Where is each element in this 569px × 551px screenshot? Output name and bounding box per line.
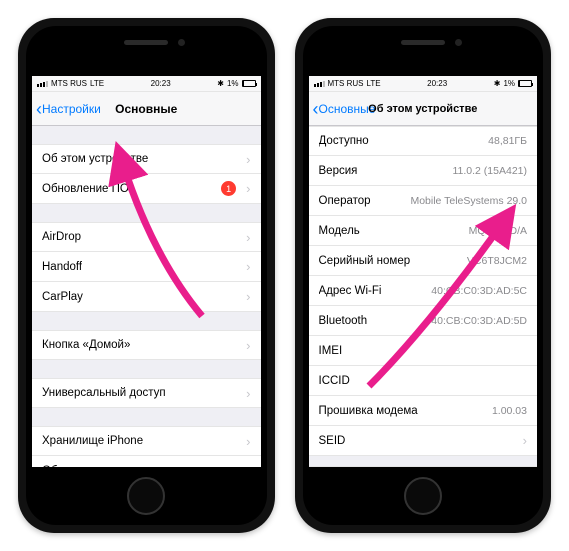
row-airdrop[interactable]: AirDrop › xyxy=(32,222,261,252)
row-label: Версия xyxy=(319,165,358,177)
row-legal[interactable]: Правовые документы › xyxy=(309,466,538,467)
row-label: IMEI xyxy=(319,345,343,357)
row-value: 11.0.2 (15A421) xyxy=(363,165,527,177)
row-wifi: Адрес Wi-Fi 40:CB:C0:3D:AD:5C xyxy=(309,276,538,306)
battery-icon xyxy=(242,80,256,87)
signal-icon xyxy=(314,81,325,87)
row-value: 1.00.03 xyxy=(424,405,527,417)
battery-icon xyxy=(518,80,532,87)
row-modem: Прошивка модема 1.00.03 xyxy=(309,396,538,426)
row-background-refresh[interactable]: Обновление контента › xyxy=(32,456,261,467)
row-label: Модель xyxy=(319,225,360,237)
row-label: Об этом устройстве xyxy=(42,153,148,165)
network-label: LTE xyxy=(90,79,104,88)
chevron-right-icon: › xyxy=(246,152,250,167)
home-button[interactable] xyxy=(404,477,442,515)
row-storage[interactable]: Хранилище iPhone › xyxy=(32,426,261,456)
speaker xyxy=(124,40,168,45)
row-label: Кнопка «Домой» xyxy=(42,339,130,351)
row-value: 40:CB:C0:3D:AD:5C xyxy=(387,285,527,297)
row-label: SEID xyxy=(319,435,346,447)
chevron-right-icon: › xyxy=(246,181,250,196)
row-label: Доступно xyxy=(319,135,369,147)
chevron-right-icon: › xyxy=(246,289,250,304)
battery-label: 1% xyxy=(503,79,515,88)
battery-label: 1% xyxy=(227,79,239,88)
back-button[interactable]: ‹ Основные xyxy=(309,100,376,118)
row-available: Доступно 48,81ГБ xyxy=(309,126,538,156)
carrier-label: MTS RUS xyxy=(328,79,364,88)
phone-left: MTS RUS LTE 20:23 ✱ 1% ‹ Настройки Основ… xyxy=(18,18,275,533)
network-label: LTE xyxy=(367,79,381,88)
row-value: 48,81ГБ xyxy=(375,135,527,147)
row-seid[interactable]: SEID › xyxy=(309,426,538,456)
chevron-right-icon: › xyxy=(246,259,250,274)
nav-bar: ‹ Основные Об этом устройстве xyxy=(309,92,538,126)
row-label: Оператор xyxy=(319,195,371,207)
row-value: MQ8L2ZD/A xyxy=(366,225,527,237)
home-button[interactable] xyxy=(127,477,165,515)
status-bar: MTS RUS LTE 20:23 ✱ 1% xyxy=(309,76,538,92)
front-camera xyxy=(455,39,462,46)
row-value: VC6T8JCM2 xyxy=(416,255,527,267)
chevron-right-icon: › xyxy=(246,463,250,467)
back-button[interactable]: ‹ Настройки xyxy=(32,100,101,118)
row-carrier: Оператор Mobile TeleSystems 29.0 xyxy=(309,186,538,216)
row-carplay[interactable]: CarPlay › xyxy=(32,282,261,312)
row-label: AirDrop xyxy=(42,231,81,243)
screen-left: MTS RUS LTE 20:23 ✱ 1% ‹ Настройки Основ… xyxy=(32,76,261,467)
chevron-right-icon: › xyxy=(523,433,527,448)
row-label: Обновление ПО xyxy=(42,183,129,195)
back-label: Основные xyxy=(319,102,376,116)
row-label: Прошивка модема xyxy=(319,405,418,417)
row-serial: Серийный номер VC6T8JCM2 xyxy=(309,246,538,276)
settings-list[interactable]: Об этом устройстве › Обновление ПО 1 › A… xyxy=(32,126,261,467)
row-label: Обновление контента xyxy=(42,465,159,468)
carrier-label: MTS RUS xyxy=(51,79,87,88)
row-version: Версия 11.0.2 (15A421) xyxy=(309,156,538,186)
row-imei: IMEI xyxy=(309,336,538,366)
clock-label: 20:23 xyxy=(427,79,447,88)
phone-body: MTS RUS LTE 20:23 ✱ 1% ‹ Настройки Основ… xyxy=(26,26,267,525)
update-badge: 1 xyxy=(221,181,236,196)
row-label: CarPlay xyxy=(42,291,83,303)
speaker xyxy=(401,40,445,45)
row-about[interactable]: Об этом устройстве › xyxy=(32,144,261,174)
about-list[interactable]: Доступно 48,81ГБ Версия 11.0.2 (15A421) … xyxy=(309,126,538,467)
chevron-right-icon: › xyxy=(246,434,250,449)
screen-right: MTS RUS LTE 20:23 ✱ 1% ‹ Основные Об это… xyxy=(309,76,538,467)
front-camera xyxy=(178,39,185,46)
chevron-right-icon: › xyxy=(246,230,250,245)
row-home-button[interactable]: Кнопка «Домой» › xyxy=(32,330,261,360)
row-value: 40:CB:C0:3D:AD:5D xyxy=(373,315,527,327)
row-model: Модель MQ8L2ZD/A xyxy=(309,216,538,246)
row-handoff[interactable]: Handoff › xyxy=(32,252,261,282)
chevron-right-icon: › xyxy=(246,338,250,353)
row-bluetooth: Bluetooth 40:CB:C0:3D:AD:5D xyxy=(309,306,538,336)
row-label: Bluetooth xyxy=(319,315,368,327)
row-label: Серийный номер xyxy=(319,255,411,267)
nav-bar: ‹ Настройки Основные xyxy=(32,92,261,126)
back-label: Настройки xyxy=(42,102,101,116)
row-label: Handoff xyxy=(42,261,82,273)
status-bar: MTS RUS LTE 20:23 ✱ 1% xyxy=(32,76,261,92)
chevron-right-icon: › xyxy=(246,386,250,401)
row-label: Хранилище iPhone xyxy=(42,435,143,447)
row-value: Mobile TeleSystems 29.0 xyxy=(377,195,527,207)
row-software-update[interactable]: Обновление ПО 1 › xyxy=(32,174,261,204)
phone-right: MTS RUS LTE 20:23 ✱ 1% ‹ Основные Об это… xyxy=(295,18,552,533)
row-label: Универсальный доступ xyxy=(42,387,166,399)
clock-label: 20:23 xyxy=(151,79,171,88)
row-label: ICCID xyxy=(319,375,350,387)
row-label: Адрес Wi-Fi xyxy=(319,285,382,297)
bluetooth-icon: ✱ xyxy=(494,79,501,88)
row-iccid: ICCID xyxy=(309,366,538,396)
row-accessibility[interactable]: Универсальный доступ › xyxy=(32,378,261,408)
phone-body: MTS RUS LTE 20:23 ✱ 1% ‹ Основные Об это… xyxy=(303,26,544,525)
signal-icon xyxy=(37,81,48,87)
bluetooth-icon: ✱ xyxy=(217,79,224,88)
